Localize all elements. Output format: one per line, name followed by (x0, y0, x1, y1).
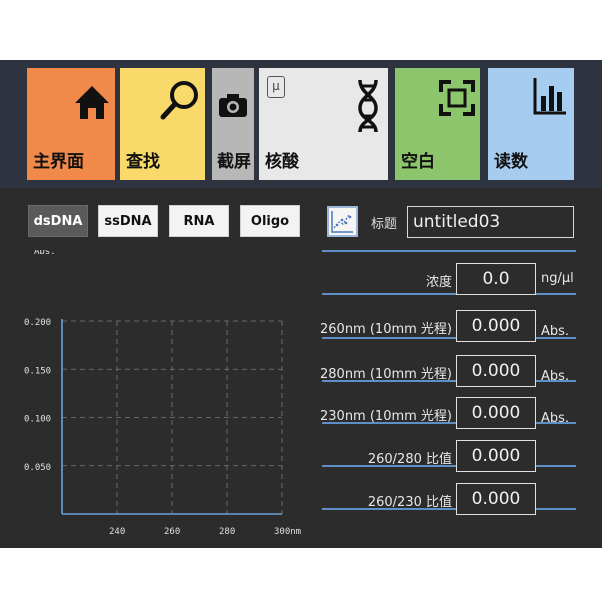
result-value: 0.000 (456, 440, 536, 472)
bar-chart-icon (533, 78, 566, 115)
chart-toggle-button[interactable] (327, 206, 358, 237)
tab-dsdna[interactable]: dsDNA (28, 205, 88, 237)
blank-button[interactable]: 空白 (395, 68, 480, 180)
result-label: 280nm (10mm 光程) (320, 367, 452, 382)
result-unit: ng/μl (541, 271, 574, 286)
y-axis-label: Abs. (34, 250, 56, 257)
results-divider (322, 293, 576, 295)
camera-icon (219, 94, 247, 117)
result-label: 浓度 (425, 275, 452, 290)
result-label: 260/280 比值 (367, 452, 452, 467)
blank-frame-icon (439, 80, 475, 116)
result-value: 0.000 (456, 355, 536, 387)
micro-badge: μ (267, 76, 285, 98)
x-tick-label: 280 (219, 527, 235, 537)
x-tick-label: 300nm (274, 527, 301, 537)
screenshot-label: 截屏 (217, 152, 251, 172)
toolbar: 主界面 查找 截屏 μ 核酸 空白 读数 (0, 60, 602, 188)
blank-label: 空白 (401, 152, 435, 172)
result-label: 230nm (10mm 光程) (320, 409, 452, 424)
result-value: 0.000 (456, 310, 536, 342)
dna-icon (358, 79, 378, 133)
tab-ssdna[interactable]: ssDNA (98, 205, 158, 237)
read-button[interactable]: 读数 (488, 68, 574, 180)
result-label: 260nm (10mm 光程) (320, 322, 452, 337)
x-tick-label: 260 (164, 527, 180, 537)
title-label: 标题 (371, 217, 398, 232)
result-unit: Abs. (541, 324, 570, 339)
y-tick-label: 0.200 (24, 318, 51, 328)
search-label: 查找 (126, 152, 160, 172)
nucleic-acid-button[interactable]: μ 核酸 (259, 68, 388, 180)
home-icon (75, 86, 109, 119)
result-unit: Abs. (541, 411, 570, 426)
app-window: 主界面 查找 截屏 μ 核酸 空白 读数 dsDNA ssDNA RNA Oli… (0, 60, 602, 548)
search-button[interactable]: 查找 (120, 68, 205, 180)
x-tick-label: 240 (109, 527, 125, 537)
title-input[interactable]: untitled03 (407, 206, 574, 238)
result-value: 0.000 (456, 397, 536, 429)
result-label: 260/230 比值 (367, 495, 452, 510)
search-icon (160, 81, 198, 120)
read-label: 读数 (494, 152, 528, 172)
nucleic-acid-label: 核酸 (265, 152, 299, 172)
result-unit: Abs. (541, 369, 570, 384)
y-tick-label: 0.100 (24, 415, 51, 425)
results-divider (322, 250, 576, 252)
scatter-chart-icon (331, 211, 353, 233)
result-value: 0.0 (456, 263, 536, 295)
home-button[interactable]: 主界面 (27, 68, 115, 180)
results-divider (322, 337, 576, 339)
tab-oligo[interactable]: Oligo (240, 205, 300, 237)
absorbance-chart: 0.200 0.150 0.100 0.050 240 260 280 300nm Abs. (24, 250, 301, 537)
tab-rna[interactable]: RNA (169, 205, 229, 237)
y-tick-label: 0.150 (24, 366, 51, 376)
screenshot-button[interactable]: 截屏 (212, 68, 254, 180)
y-tick-label: 0.050 (24, 463, 51, 473)
home-label: 主界面 (33, 152, 84, 172)
result-value: 0.000 (456, 483, 536, 515)
